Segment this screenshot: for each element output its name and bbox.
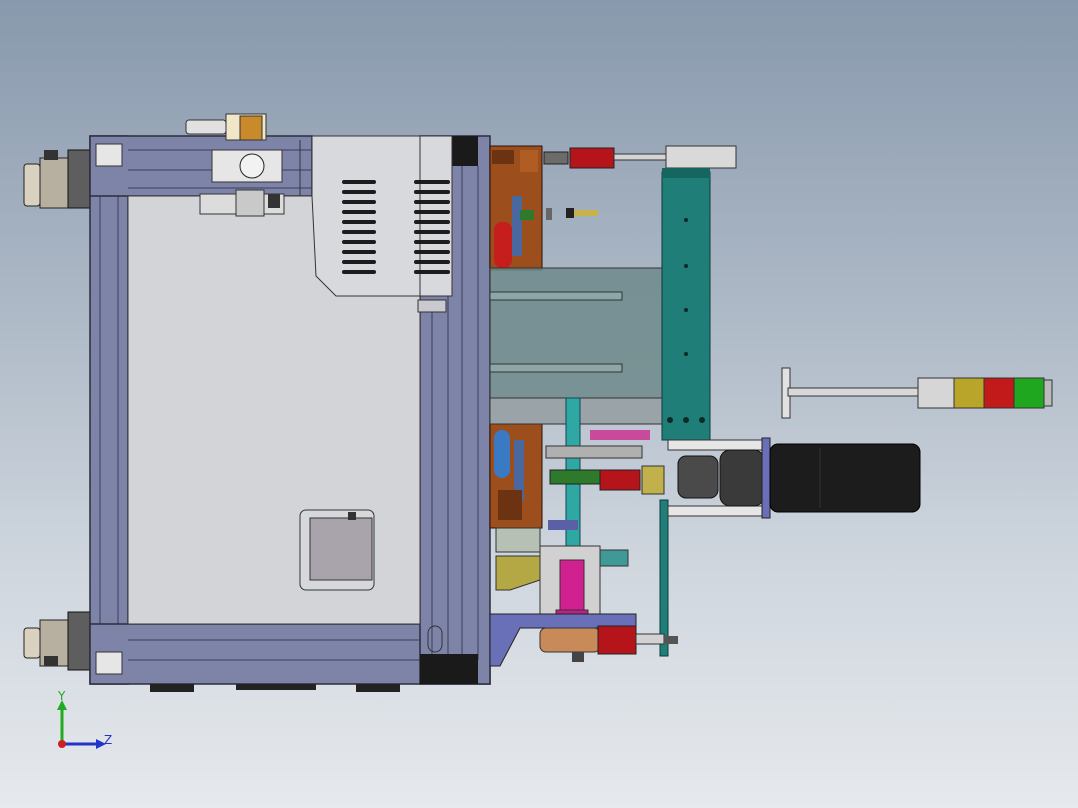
leveling-foot-top: [23, 149, 93, 209]
servo-motor: [667, 437, 921, 519]
cad-viewport[interactable]: Y Z: [0, 0, 1078, 808]
coordinate-triad: Y Z: [57, 689, 112, 749]
y-axis-label: Y: [57, 689, 66, 703]
vent-cover: [311, 135, 453, 313]
access-hatch: [299, 509, 375, 591]
teal-vertical-rail: [659, 168, 711, 657]
leveling-foot-bottom: [23, 611, 93, 671]
x-axis-dot: [58, 740, 66, 748]
magenta-press-column: [539, 545, 601, 621]
bottom-cylinder: [489, 613, 678, 667]
z-axis-label: Z: [104, 733, 112, 747]
signal-tower-light: [781, 367, 1053, 419]
